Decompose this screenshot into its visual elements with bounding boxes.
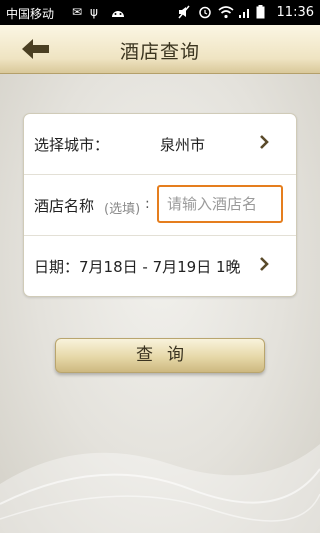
hotel-name-label: 酒店名称 [34, 197, 95, 215]
title-bar: 酒店查询 [0, 25, 320, 74]
mute-icon [178, 5, 190, 22]
city-label: 选择城市： [34, 136, 110, 154]
city-row[interactable]: 选择城市： 泉州市 [24, 114, 296, 174]
query-button[interactable]: 查询 [55, 338, 265, 373]
alarm-icon [198, 5, 212, 22]
page-title: 酒店查询 [119, 41, 200, 63]
notification-icon: ✉ [72, 5, 83, 19]
hotel-name-row: 酒店名称 (选填) : [24, 174, 296, 235]
wifi-icon [218, 5, 234, 22]
chevron-right-icon [260, 135, 269, 149]
content-area: 选择城市： 泉州市 酒店名称 (选填) : 日期：7月18日 - 7月19日 1… [0, 74, 320, 533]
status-bar: 中国移动 ✉ ψ 11:36 [0, 0, 320, 25]
city-value: 泉州市 [160, 136, 206, 154]
decorative-wave [0, 444, 320, 533]
android-icon [110, 5, 126, 22]
chevron-right-icon [260, 257, 269, 271]
signal-icon [238, 5, 252, 22]
optional-hint: (选填) [104, 202, 141, 217]
hotel-name-input[interactable] [157, 185, 283, 223]
battery-icon [256, 5, 265, 22]
usb-icon: ψ [90, 5, 98, 19]
carrier-name: 中国移动 [6, 7, 55, 21]
search-form-card: 选择城市： 泉州市 酒店名称 (选填) : 日期：7月18日 - 7月19日 1… [23, 113, 297, 297]
hotel-colon: : [145, 196, 150, 212]
date-label: 日期：7月18日 - 7月19日 1晚 [34, 258, 241, 276]
clock: 11:36 [276, 5, 314, 20]
date-row[interactable]: 日期：7月18日 - 7月19日 1晚 [24, 235, 296, 296]
